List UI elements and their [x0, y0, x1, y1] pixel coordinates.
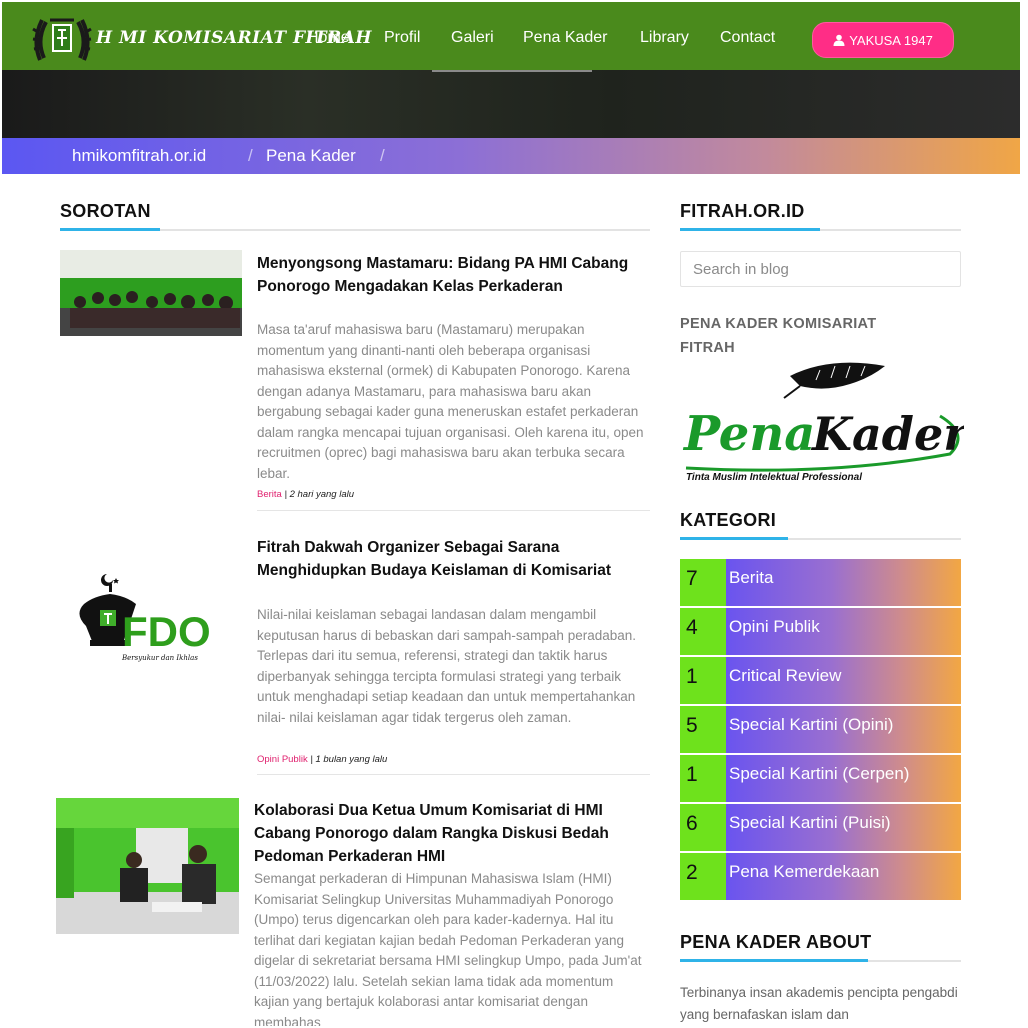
category-count: 7 — [680, 559, 726, 606]
article-divider — [257, 774, 650, 775]
article-thumbnail-3[interactable] — [56, 798, 239, 934]
section-title-sorotan: SOROTAN — [60, 201, 151, 221]
breadcrumb-separator: / — [248, 146, 253, 165]
sidebar-accent — [680, 959, 868, 962]
article-divider — [257, 510, 650, 511]
category-count: 6 — [680, 804, 726, 851]
nav-contact[interactable]: Contact — [720, 29, 775, 47]
nav-profil[interactable]: Profil — [384, 29, 420, 47]
hero-divider — [432, 70, 592, 72]
category-count: 1 — [680, 755, 726, 802]
blog-search-input[interactable] — [680, 251, 961, 287]
category-row-pena-kemerdekaan[interactable]: 2 Pena Kemerdekaan — [680, 853, 961, 900]
category-label[interactable]: Special Kartini (Cerpen) — [726, 755, 961, 802]
kategori-title: KATEGORI — [680, 510, 777, 530]
category-label[interactable]: Berita — [726, 559, 961, 606]
pena-logo-tagline: Tinta Muslim Intelektual Professional — [686, 472, 862, 483]
article-category-2[interactable]: Opini Publik — [257, 754, 308, 765]
article-thumbnail-1[interactable] — [60, 250, 242, 336]
article-title-1[interactable]: Menyongsong Mastamaru: Bidang PA HMI Cab… — [257, 252, 637, 298]
article-category-1[interactable]: Berita — [257, 489, 282, 500]
category-count: 1 — [680, 657, 726, 704]
classroom-photo — [60, 250, 242, 336]
article-date-1: 2 hari yang lalu — [289, 489, 355, 500]
article-meta-2: Opini Publik | 1 bulan yang lalu — [257, 754, 388, 765]
pena-kader-heading: PENA KADER KOMISARIAT FITRAH — [680, 316, 877, 356]
top-navbar: H MI KOMISARIAT FITRAH Home Profil Galer… — [2, 2, 1020, 70]
category-label[interactable]: Pena Kemerdekaan — [726, 853, 961, 900]
article-excerpt-1: Masa ta'aruf mahasiswa baru (Mastamaru) … — [257, 322, 644, 481]
user-icon — [833, 34, 845, 46]
breadcrumb-home[interactable]: hmikomfitrah.or.id — [72, 146, 206, 166]
category-row-berita[interactable]: 7 Berita — [680, 559, 961, 606]
category-count: 2 — [680, 853, 726, 900]
sidebar-accent — [680, 537, 788, 540]
category-label[interactable]: Special Kartini (Puisi) — [726, 804, 961, 851]
category-count: 4 — [680, 608, 726, 655]
category-row-critical-review[interactable]: 1 Critical Review — [680, 657, 961, 704]
section-accent — [60, 228, 160, 231]
fdo-logo-text: FDO — [122, 608, 211, 655]
category-label[interactable]: Opini Publik — [726, 608, 961, 655]
article-excerpt-2: Nilai-nilai keislaman sebagai landasan d… — [257, 607, 637, 725]
category-label[interactable]: Special Kartini (Opini) — [726, 706, 961, 753]
discussion-photo — [56, 798, 239, 934]
breadcrumb-separator: / — [380, 146, 385, 165]
nav-galeri[interactable]: Galeri — [451, 29, 494, 47]
fdo-logo: FDO Bersyukur dan Ikhlas — [60, 540, 242, 670]
category-row-special-kartini-puisi[interactable]: 6 Special Kartini (Puisi) — [680, 804, 961, 851]
pena-kader-logo[interactable]: Pena Kader Tinta Muslim Intelektual Prof… — [680, 358, 964, 484]
category-row-opini-publik[interactable]: 4 Opini Publik — [680, 608, 961, 655]
sidebar-accent — [680, 228, 820, 231]
sidebar-site-title: FITRAH.OR.ID — [680, 201, 805, 221]
article-meta-1: Berita | 2 hari yang lalu — [257, 489, 355, 500]
article-thumbnail-2[interactable]: FDO Bersyukur dan Ikhlas — [60, 540, 242, 670]
article-title-3[interactable]: Kolaborasi Dua Ketua Umum Komisariat di … — [254, 799, 654, 868]
article-date-2: 1 bulan yang lalu — [315, 754, 388, 765]
nav-home[interactable]: Home — [307, 29, 350, 47]
nav-pena-kader[interactable]: Pena Kader — [523, 29, 608, 47]
article-excerpt-3: Semangat perkaderan di Himpunan Mahasisw… — [254, 871, 642, 1026]
category-row-special-kartini-opini[interactable]: 5 Special Kartini (Opini) — [680, 706, 961, 753]
nav-library[interactable]: Library — [640, 29, 689, 47]
hmi-logo-icon[interactable] — [30, 10, 94, 66]
yakusa-button-label: YAKUSA 1947 — [849, 32, 933, 48]
breadcrumb-current[interactable]: Pena Kader — [266, 146, 356, 166]
category-label[interactable]: Critical Review — [726, 657, 961, 704]
fdo-logo-tagline: Bersyukur dan Ikhlas — [121, 654, 198, 662]
article-title-2[interactable]: Fitrah Dakwah Organizer Sebagai Sarana M… — [257, 536, 637, 582]
pena-logo-word2: Kader — [810, 407, 964, 461]
about-text: Terbinanya insan akademis pencipta penga… — [680, 985, 958, 1022]
category-row-special-kartini-cerpen[interactable]: 1 Special Kartini (Cerpen) — [680, 755, 961, 802]
pena-logo-word1: Pena — [682, 406, 815, 462]
yakusa-button[interactable]: YAKUSA 1947 — [812, 22, 954, 58]
hero-banner — [2, 70, 1020, 140]
about-title: PENA KADER ABOUT — [680, 932, 872, 952]
category-count: 5 — [680, 706, 726, 753]
breadcrumb: hmikomfitrah.or.id / Pena Kader / — [2, 138, 1020, 174]
quill-icon — [783, 362, 885, 399]
